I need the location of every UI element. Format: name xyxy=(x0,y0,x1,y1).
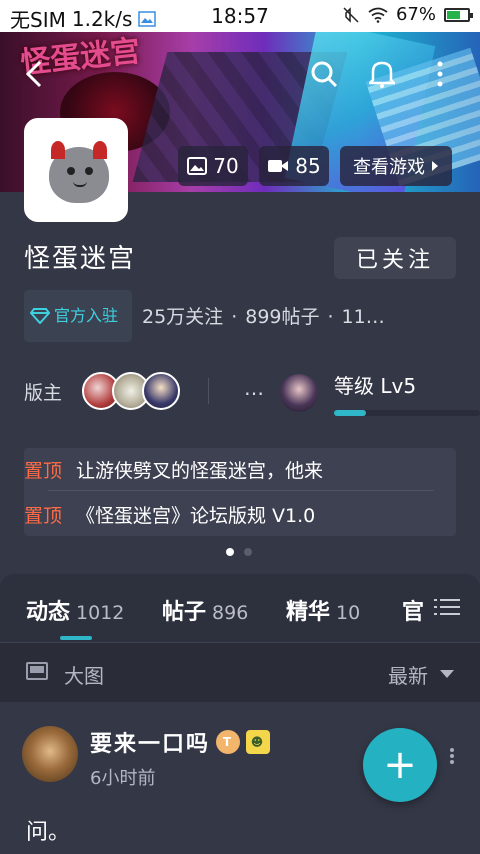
forum-title: 怪蛋迷宫 xyxy=(24,244,137,274)
post-time: 6小时前 xyxy=(90,768,156,789)
official-label: 官方入驻 xyxy=(54,306,119,325)
pinned-item[interactable]: 置顶 让游侠劈叉的怪蛋迷宫，他来 xyxy=(24,456,323,483)
tab-label: 官 xyxy=(402,600,425,625)
level-progress-bar xyxy=(334,410,480,416)
pinned-tag: 置顶 xyxy=(24,505,63,527)
tab-indicator xyxy=(60,636,92,640)
diamond-icon xyxy=(30,308,50,324)
photos-count: 70 xyxy=(213,154,239,178)
post-author[interactable]: 要来一口吗 T ☻ xyxy=(90,726,271,758)
post-more-button[interactable] xyxy=(444,746,460,770)
game-icon[interactable] xyxy=(24,118,128,222)
status-bar: 无SIM 1.2k/s 18:57 67% xyxy=(0,0,480,32)
back-button[interactable] xyxy=(14,54,54,94)
pinned-title: 《怪蛋迷宫》论坛版规 V1.0 xyxy=(76,505,316,527)
videos-button[interactable]: 85 xyxy=(259,146,329,186)
large-view-icon[interactable] xyxy=(26,662,48,680)
tab-count: 10 xyxy=(336,602,361,624)
pinned-item[interactable]: 置顶 《怪蛋迷宫》论坛版规 V1.0 xyxy=(24,501,315,528)
tab-label: 帖子 xyxy=(162,600,207,625)
more-moderators[interactable]: … xyxy=(244,376,264,400)
post-content[interactable]: 问。 xyxy=(26,814,70,846)
pinned-title: 让游侠劈叉的怪蛋迷宫，他来 xyxy=(76,460,324,482)
view-mode-label[interactable]: 大图 xyxy=(64,660,104,689)
view-game-label: 查看游戏 xyxy=(353,157,425,178)
new-post-button[interactable]: + xyxy=(363,728,437,802)
view-game-button[interactable]: 查看游戏 xyxy=(340,146,452,186)
post-author-avatar[interactable] xyxy=(22,726,78,782)
pinned-tag: 置顶 xyxy=(24,460,63,482)
video-icon xyxy=(268,160,289,172)
image-icon xyxy=(187,157,208,175)
wifi-icon xyxy=(368,7,388,23)
tab-label: 动态 xyxy=(26,600,71,625)
videos-count: 85 xyxy=(295,154,321,178)
battery-icon xyxy=(444,7,473,22)
divider xyxy=(208,378,209,404)
user-badge-icon: ☻ xyxy=(246,730,271,754)
notification-button[interactable] xyxy=(362,54,402,94)
post-author-name: 要来一口吗 xyxy=(90,732,211,757)
posts-count: 899帖子 xyxy=(245,306,320,328)
follow-button[interactable]: 已关注 xyxy=(334,237,456,279)
moderators-label: 版主 xyxy=(24,382,63,404)
tab-count: 1012 xyxy=(76,602,125,624)
tab-count: 896 xyxy=(212,602,249,624)
followers-count: 25万关注 xyxy=(142,306,224,328)
status-right: 67% xyxy=(342,4,473,25)
tab-activity[interactable]: 动态 1012 xyxy=(26,594,124,626)
more-vertical-icon xyxy=(437,61,443,87)
tab-featured[interactable]: 精华 10 xyxy=(286,594,360,626)
level-label[interactable]: 等级 Lv5 xyxy=(334,370,416,399)
tab-posts[interactable]: 帖子 896 xyxy=(162,594,248,626)
user-avatar[interactable] xyxy=(280,374,318,412)
extra-stat: 11… xyxy=(341,306,385,328)
search-icon xyxy=(311,61,338,88)
official-badge: 官方入驻 xyxy=(24,290,132,342)
sort-dropdown[interactable]: 最新 xyxy=(388,660,428,689)
mute-icon xyxy=(343,6,359,23)
forum-stats: 25万关注 · 899帖子 · 11… xyxy=(142,306,385,328)
user-badge-icon: T xyxy=(216,730,241,754)
chevron-left-icon xyxy=(25,60,42,88)
photos-button[interactable]: 70 xyxy=(178,146,248,186)
caret-down-icon[interactable] xyxy=(440,670,454,678)
divider xyxy=(48,490,434,491)
tab-official[interactable]: 官 xyxy=(402,594,424,626)
tab-label: 精华 xyxy=(286,600,331,625)
tab-list-button[interactable] xyxy=(434,594,464,622)
search-button[interactable] xyxy=(304,54,344,94)
triangle-right-icon xyxy=(432,161,438,171)
bell-icon xyxy=(369,61,395,88)
carousel-indicator xyxy=(226,548,252,556)
moderator-avatar[interactable] xyxy=(142,372,180,410)
battery-percent: 67% xyxy=(395,4,436,25)
more-options-button[interactable] xyxy=(420,54,460,94)
